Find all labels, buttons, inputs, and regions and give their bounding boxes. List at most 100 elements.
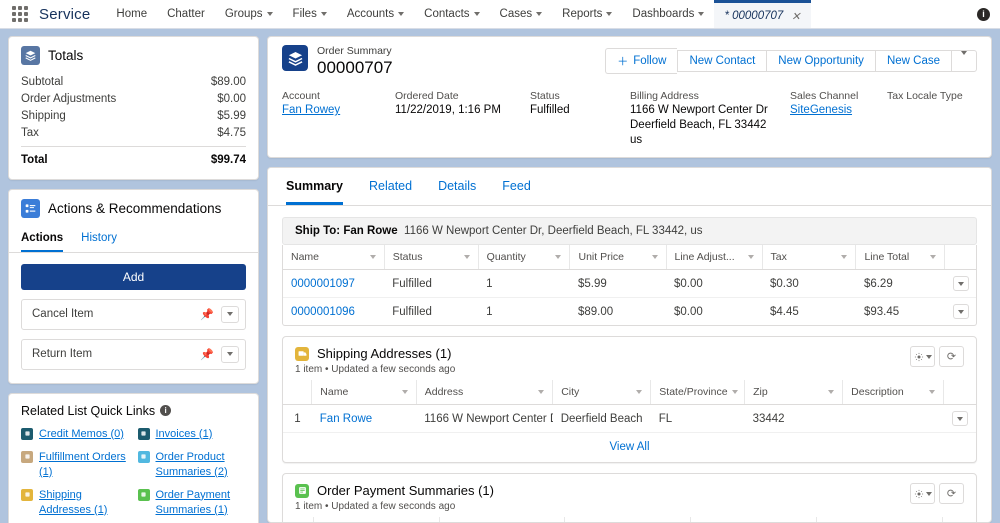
chevron-down-icon[interactable] [651, 255, 658, 259]
shipping-addresses-title[interactable]: Shipping Addresses (1) [317, 346, 451, 361]
column-header[interactable] [283, 380, 313, 405]
column-header[interactable]: Method [313, 517, 440, 522]
quick-link-item[interactable]: Shipping Addresses (1) [21, 488, 130, 518]
action-item[interactable]: Cancel Item 📌 [21, 298, 246, 330]
column-header[interactable] [283, 517, 314, 522]
chevron-down-icon[interactable] [536, 12, 543, 16]
quick-link-label[interactable]: Shipping Addresses (1) [39, 488, 130, 518]
column-header[interactable]: Captured [690, 517, 817, 522]
gear-icon[interactable] [910, 346, 935, 367]
new-opportunity-button[interactable]: New Opportunity [766, 50, 875, 72]
chevron-down-icon[interactable] [747, 255, 754, 259]
new-case-button[interactable]: New Case [874, 50, 951, 72]
column-header[interactable]: Refunded [816, 517, 943, 522]
refresh-icon[interactable]: ⟳ [939, 346, 964, 367]
chevron-down-icon[interactable] [266, 12, 273, 16]
column-header[interactable]: Full Name [439, 517, 565, 522]
chevron-down-icon[interactable] [221, 345, 239, 363]
chevron-down-icon[interactable] [930, 255, 937, 259]
record-field-value[interactable]: SiteGenesis [790, 103, 877, 118]
follow-button[interactable]: ＋ Follow [605, 48, 678, 74]
app-name[interactable]: Service [39, 6, 90, 23]
quick-link-item[interactable]: Invoices (1) [137, 427, 247, 442]
nav-item-groups[interactable]: Groups [215, 0, 283, 28]
nav-item-accounts[interactable]: Accounts [337, 0, 414, 28]
table-cell-link[interactable]: Fan Rowe [320, 413, 372, 425]
column-header[interactable]: Name [283, 245, 385, 270]
actions-tab-actions[interactable]: Actions [21, 228, 64, 252]
gear-icon[interactable] [910, 483, 935, 504]
chevron-down-icon[interactable] [698, 12, 705, 16]
quick-link-item[interactable]: Order Product Summaries (2) [137, 450, 247, 480]
info-icon[interactable]: i [160, 405, 172, 416]
chevron-down-icon[interactable] [463, 255, 470, 259]
quick-link-label[interactable]: Order Product Summaries (2) [156, 450, 247, 480]
column-header[interactable]: Authorized [564, 517, 691, 522]
nav-item-files[interactable]: Files [283, 0, 337, 28]
column-header[interactable]: Description [842, 380, 945, 405]
chevron-down-icon[interactable] [606, 12, 613, 16]
quick-link-label[interactable]: Order Payment Summaries (1) [156, 488, 247, 518]
chevron-down-icon[interactable] [401, 390, 408, 394]
chevron-down-icon[interactable] [555, 255, 562, 259]
table-cell-link[interactable]: 0000001097 [291, 278, 355, 290]
tab-feed[interactable]: Feed [502, 168, 531, 205]
table-cell-link[interactable]: 0000001096 [291, 306, 355, 318]
record-field-value[interactable]: Fan Rowey [282, 103, 385, 118]
nav-item-chatter[interactable]: Chatter [157, 0, 215, 28]
column-header[interactable]: Line Total [855, 245, 946, 270]
column-header[interactable]: Unit Price [569, 245, 667, 270]
column-header[interactable]: Zip [744, 380, 844, 405]
quick-link-item[interactable]: Order Payment Summaries (1) [137, 488, 247, 518]
column-header[interactable]: City [552, 380, 652, 405]
chevron-down-icon[interactable] [398, 12, 405, 16]
column-header[interactable]: Name [311, 380, 417, 405]
action-item[interactable]: Return Item 📌 [21, 338, 246, 370]
chevron-down-icon[interactable] [636, 390, 643, 394]
column-header[interactable]: Address [416, 380, 554, 405]
shipping-addresses-view-all[interactable]: View All [283, 432, 976, 462]
nav-item-cases[interactable]: Cases [490, 0, 553, 28]
row-actions-button[interactable] [951, 411, 968, 426]
help-icon[interactable]: i [977, 7, 990, 21]
chevron-down-icon[interactable] [929, 390, 936, 394]
nav-item-contacts[interactable]: Contacts [414, 0, 489, 28]
row-actions-button[interactable] [952, 304, 969, 319]
chevron-down-icon[interactable] [828, 390, 835, 394]
column-header[interactable]: Line Adjust... [666, 245, 763, 270]
pin-icon[interactable]: 📌 [200, 308, 214, 321]
record-actions-overflow-button[interactable] [951, 50, 977, 72]
tab-related[interactable]: Related [369, 168, 412, 205]
order-payment-summaries-title[interactable]: Order Payment Summaries (1) [317, 483, 494, 498]
add-button[interactable]: Add [21, 263, 246, 290]
tab-summary[interactable]: Summary [286, 168, 343, 205]
chevron-down-icon[interactable] [841, 255, 848, 259]
open-record-tab[interactable]: * 00000707 ✕ [714, 0, 811, 28]
chevron-down-icon[interactable] [538, 390, 545, 394]
nav-item-home[interactable]: Home [106, 0, 157, 28]
quick-link-label[interactable]: Invoices (1) [156, 427, 213, 442]
quick-link-item[interactable]: Fulfillment Orders (1) [21, 450, 130, 480]
tab-details[interactable]: Details [438, 168, 476, 205]
nav-item-dashboards[interactable]: Dashboards [622, 0, 714, 28]
close-icon[interactable]: ✕ [791, 10, 800, 23]
chevron-down-icon[interactable] [731, 390, 738, 394]
quick-link-item[interactable]: Credit Memos (0) [21, 427, 130, 442]
quick-link-label[interactable]: Fulfillment Orders (1) [39, 450, 130, 480]
new-contact-button[interactable]: New Contact [677, 50, 767, 72]
nav-item-reports[interactable]: Reports [552, 0, 622, 28]
column-header[interactable]: Tax [762, 245, 857, 270]
app-launcher-icon[interactable] [7, 6, 33, 22]
chevron-down-icon[interactable] [221, 305, 239, 323]
quick-link-label[interactable]: Credit Memos (0) [39, 427, 124, 442]
column-header[interactable]: Status [384, 245, 479, 270]
refresh-icon[interactable]: ⟳ [939, 483, 964, 504]
chevron-down-icon[interactable] [473, 12, 480, 16]
chevron-down-icon[interactable] [369, 255, 376, 259]
chevron-down-icon[interactable] [320, 12, 327, 16]
column-header[interactable]: Quantity [478, 245, 571, 270]
pin-icon[interactable]: 📌 [200, 348, 214, 361]
actions-tab-history[interactable]: History [81, 228, 117, 252]
row-actions-button[interactable] [952, 276, 969, 291]
column-header[interactable]: State/Province [650, 380, 746, 405]
